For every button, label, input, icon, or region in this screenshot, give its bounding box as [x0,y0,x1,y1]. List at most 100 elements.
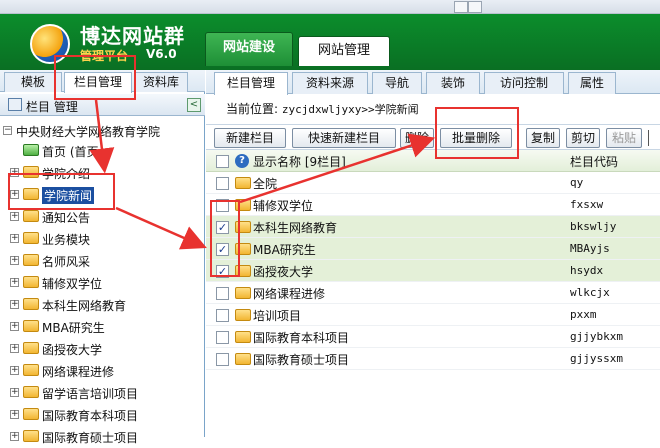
row-name[interactable]: MBA研究生 [253,241,316,258]
tree-item[interactable]: + 本科生网络教育 [0,294,205,316]
tree-root[interactable]: − 中央财经大学网络教育学院 [0,120,205,142]
folder-icon [23,320,39,332]
tree-item[interactable]: + 函授夜大学 [0,338,205,360]
row-code: fxsxw [570,198,604,211]
window-control[interactable] [468,1,482,13]
home-icon [23,144,39,156]
row-code: gjjyssxm [570,352,623,365]
folder-icon [23,408,39,420]
row-code: wlkcjx [570,286,610,299]
tree-item-label: 本科生网络教育 [42,299,127,313]
row-code: qy [570,176,584,189]
row-name[interactable]: 网络课程进修 [253,285,325,302]
window-titlebar [0,0,660,14]
help-icon[interactable]: ? [235,154,249,168]
row-name[interactable]: 国际教育硕士项目 [253,351,349,368]
folder-icon [23,386,39,398]
tree-item[interactable]: + 名师风采 [0,250,205,272]
action-toolbar: 新建栏目 快速新建栏目 删除 批量删除 复制 剪切 粘贴 [206,124,660,150]
expand-icon[interactable]: + [10,256,19,265]
header-name: 显示名称 [9栏目] [253,155,346,169]
tree-item[interactable]: 首页 (首页 [0,140,205,162]
row-name[interactable]: 辅修双学位 [253,197,313,214]
tree-item-label: 通知公告 [42,211,91,225]
table-row[interactable]: 国际教育硕士项目 gjjyssxm [206,348,660,370]
folder-icon [23,276,39,288]
expand-icon[interactable]: + [10,388,19,397]
expand-icon[interactable]: + [10,212,19,221]
tab-access-control[interactable]: 访问控制 [484,72,564,94]
tree-item[interactable]: + MBA研究生 [0,316,205,338]
cut-button[interactable]: 剪切 [566,128,600,148]
tree-item-label: 函授夜大学 [42,343,103,357]
tree-item[interactable]: + 国际教育硕士项目 [0,426,205,448]
quick-new-column-button[interactable]: 快速新建栏目 [292,128,396,148]
folder-icon [23,298,39,310]
folder-icon [235,353,251,365]
tree-item-label: 业务模块 [42,233,91,247]
row-name[interactable]: 函授夜大学 [253,263,313,280]
folder-icon [235,177,251,189]
tab-decoration[interactable]: 装饰 [426,72,480,94]
row-checkbox[interactable] [216,331,229,344]
expand-icon[interactable]: + [10,344,19,353]
tree-item-label: MBA研究生 [42,321,105,335]
delete-button[interactable]: 删除 [400,128,434,148]
folder-icon [23,254,39,266]
row-name[interactable]: 培训项目 [253,307,301,324]
folder-icon [23,210,39,222]
row-name[interactable]: 国际教育本科项目 [253,329,349,346]
new-column-button[interactable]: 新建栏目 [214,128,286,148]
row-checkbox[interactable] [216,287,229,300]
paste-button[interactable]: 粘贴 [606,128,642,148]
table-row[interactable]: ✓ MBA研究生 MBAyjs [206,238,660,260]
collapse-toggle-icon[interactable]: − [3,126,12,135]
table-row[interactable]: 培训项目 pxxm [206,304,660,326]
main-tabs: 栏目管理 资料来源 导航 装饰 访问控制 属性 [206,70,660,95]
row-name[interactable]: 全院 [253,175,277,192]
table-row[interactable]: ✓ 函授夜大学 hsydx [206,260,660,282]
expand-icon[interactable]: + [10,234,19,243]
row-checkbox[interactable] [216,309,229,322]
copy-button[interactable]: 复制 [526,128,560,148]
tree-item[interactable]: + 辅修双学位 [0,272,205,294]
tree-item[interactable]: + 网络课程进修 [0,360,205,382]
tab-site-build[interactable]: 网站建设 [205,32,293,66]
row-checkbox[interactable] [216,353,229,366]
tree-item[interactable]: + 留学语言培训项目 [0,382,205,404]
tab-data-source[interactable]: 资料来源 [292,72,368,94]
folder-icon [235,331,251,343]
expand-icon[interactable]: + [10,322,19,331]
expand-icon[interactable]: + [10,278,19,287]
annotation-box-column-tab [54,55,136,100]
table-row[interactable]: 辅修双学位 fxsxw [206,194,660,216]
tree-item-label: 名师风采 [42,255,91,269]
tree-item[interactable]: + 业务模块 [0,228,205,250]
tab-library[interactable]: 资料库 [134,72,188,92]
tree-item-label: 国际教育硕士项目 [42,431,139,445]
table-row[interactable]: 网络课程进修 wlkcjx [206,282,660,304]
collapse-icon[interactable]: < [187,98,201,112]
table-row[interactable]: 国际教育本科项目 gjjybkxm [206,326,660,348]
row-code: hsydx [570,264,604,277]
folder-icon [235,309,251,321]
window-control[interactable] [454,1,468,13]
row-checkbox[interactable] [216,177,229,190]
tab-column-manage-main[interactable]: 栏目管理 [214,72,288,95]
row-name[interactable]: 本科生网络教育 [253,219,337,236]
expand-icon[interactable]: + [10,410,19,419]
expand-icon[interactable]: + [10,366,19,375]
breadcrumb-prefix: 当前位置: [226,102,279,116]
main-panel: 栏目管理 资料来源 导航 装饰 访问控制 属性 当前位置: zycjdxwljy… [206,70,660,437]
folder-icon [23,232,39,244]
expand-icon[interactable]: + [10,300,19,309]
table-row[interactable]: ✓ 本科生网络教育 bkswljy [206,216,660,238]
tab-properties[interactable]: 属性 [568,72,616,94]
tree-item-label: 首页 (首页 [42,145,99,159]
tab-navigation[interactable]: 导航 [372,72,422,94]
select-all-checkbox[interactable] [216,155,229,168]
tab-site-manage[interactable]: 网站管理 [298,36,390,66]
table-row[interactable]: 全院 qy [206,172,660,194]
tree-item[interactable]: + 国际教育本科项目 [0,404,205,426]
folder-icon [23,364,39,376]
